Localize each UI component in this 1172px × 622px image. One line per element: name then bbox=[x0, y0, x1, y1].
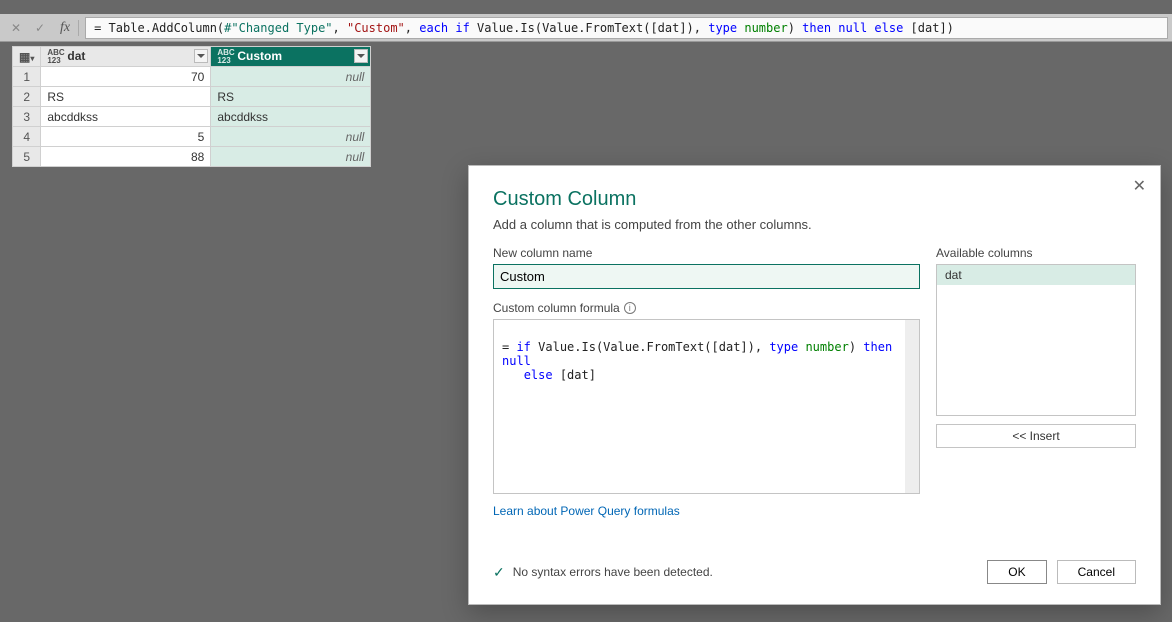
cell-custom[interactable]: null bbox=[211, 127, 371, 147]
preview-table: ▦▾ ABC 123dat ABC 123Custom 1 70 null 2 … bbox=[12, 46, 371, 167]
table-corner-icon[interactable]: ▦▾ bbox=[13, 47, 41, 67]
row-index: 3 bbox=[13, 107, 41, 127]
formula-token: [dat]) bbox=[911, 21, 954, 35]
cell-custom[interactable]: RS bbox=[211, 87, 371, 107]
available-columns-label: Available columns bbox=[936, 246, 1136, 260]
table-row[interactable]: 3 abcddkss abcddkss bbox=[13, 107, 371, 127]
scrollbar[interactable] bbox=[905, 320, 919, 493]
filter-dropdown-icon[interactable] bbox=[354, 49, 368, 63]
table-row[interactable]: 1 70 null bbox=[13, 67, 371, 87]
formula-input[interactable]: = Table.AddColumn(#"Changed Type", "Cust… bbox=[85, 17, 1168, 39]
cell-dat[interactable]: 88 bbox=[41, 147, 211, 167]
formula-token: #"Changed Type" bbox=[224, 21, 332, 35]
dialog-title: Custom Column bbox=[493, 188, 1136, 211]
formula-token: then bbox=[802, 21, 838, 35]
cancel-button[interactable]: Cancel bbox=[1057, 560, 1136, 584]
formula-token: , bbox=[333, 21, 347, 35]
filter-dropdown-icon[interactable] bbox=[194, 49, 208, 63]
type-icon: ABC 123 bbox=[217, 49, 235, 65]
custom-column-dialog: ✕ Custom Column Add a column that is com… bbox=[468, 165, 1161, 605]
check-icon: ✓ bbox=[493, 564, 505, 581]
column-header-custom[interactable]: ABC 123Custom bbox=[211, 47, 371, 67]
formula-token: "Custom" bbox=[347, 21, 405, 35]
formula-commit-icon[interactable]: ✓ bbox=[28, 17, 52, 39]
formula-token: if bbox=[455, 21, 477, 35]
fx-icon[interactable]: fx bbox=[52, 20, 79, 36]
row-index: 1 bbox=[13, 67, 41, 87]
dialog-subtitle: Add a column that is computed from the o… bbox=[493, 217, 1136, 232]
formula-editor[interactable]: = if Value.Is(Value.FromText([dat]), typ… bbox=[493, 319, 920, 494]
info-icon[interactable]: i bbox=[624, 302, 636, 314]
table-row[interactable]: 5 88 null bbox=[13, 147, 371, 167]
cell-dat[interactable]: abcddkss bbox=[41, 107, 211, 127]
type-icon: ABC 123 bbox=[47, 49, 65, 65]
available-columns-list[interactable]: dat bbox=[936, 264, 1136, 416]
new-column-name-label: New column name bbox=[493, 246, 920, 260]
cell-custom[interactable]: null bbox=[211, 147, 371, 167]
formula-token: , bbox=[405, 21, 419, 35]
table-row[interactable]: 4 5 null bbox=[13, 127, 371, 147]
formula-token: else bbox=[874, 21, 910, 35]
new-column-name-input[interactable] bbox=[493, 264, 920, 289]
formula-token: null bbox=[838, 21, 874, 35]
formula-token: type bbox=[708, 21, 744, 35]
formula-cancel-icon[interactable]: ✕ bbox=[4, 17, 28, 39]
status-text: No syntax errors have been detected. bbox=[513, 565, 713, 579]
row-index: 2 bbox=[13, 87, 41, 107]
formula-token: each bbox=[419, 21, 455, 35]
formula-token: = Table.AddColumn( bbox=[94, 21, 224, 35]
insert-button[interactable]: << Insert bbox=[936, 424, 1136, 448]
cell-dat[interactable]: RS bbox=[41, 87, 211, 107]
row-index: 4 bbox=[13, 127, 41, 147]
formula-token: Value.Is(Value.FromText([dat]), bbox=[477, 21, 708, 35]
cell-custom[interactable]: abcddkss bbox=[211, 107, 371, 127]
close-icon[interactable]: ✕ bbox=[1133, 176, 1146, 196]
learn-link[interactable]: Learn about Power Query formulas bbox=[493, 504, 680, 518]
row-index: 5 bbox=[13, 147, 41, 167]
cell-dat[interactable]: 5 bbox=[41, 127, 211, 147]
status-bar: ✓ No syntax errors have been detected. bbox=[493, 564, 713, 581]
formula-label: Custom column formula i bbox=[493, 301, 920, 315]
formula-label-text: Custom column formula bbox=[493, 301, 620, 315]
column-header-dat[interactable]: ABC 123dat bbox=[41, 47, 211, 67]
column-name: Custom bbox=[237, 49, 282, 63]
column-name: dat bbox=[67, 49, 85, 63]
cell-dat[interactable]: 70 bbox=[41, 67, 211, 87]
formula-token: number bbox=[744, 21, 787, 35]
table-row[interactable]: 2 RS RS bbox=[13, 87, 371, 107]
ok-button[interactable]: OK bbox=[987, 560, 1046, 584]
cell-custom[interactable]: null bbox=[211, 67, 371, 87]
available-column-item[interactable]: dat bbox=[937, 265, 1135, 285]
formula-bar: ✕ ✓ fx = Table.AddColumn(#"Changed Type"… bbox=[0, 14, 1172, 42]
formula-token: ) bbox=[788, 21, 802, 35]
